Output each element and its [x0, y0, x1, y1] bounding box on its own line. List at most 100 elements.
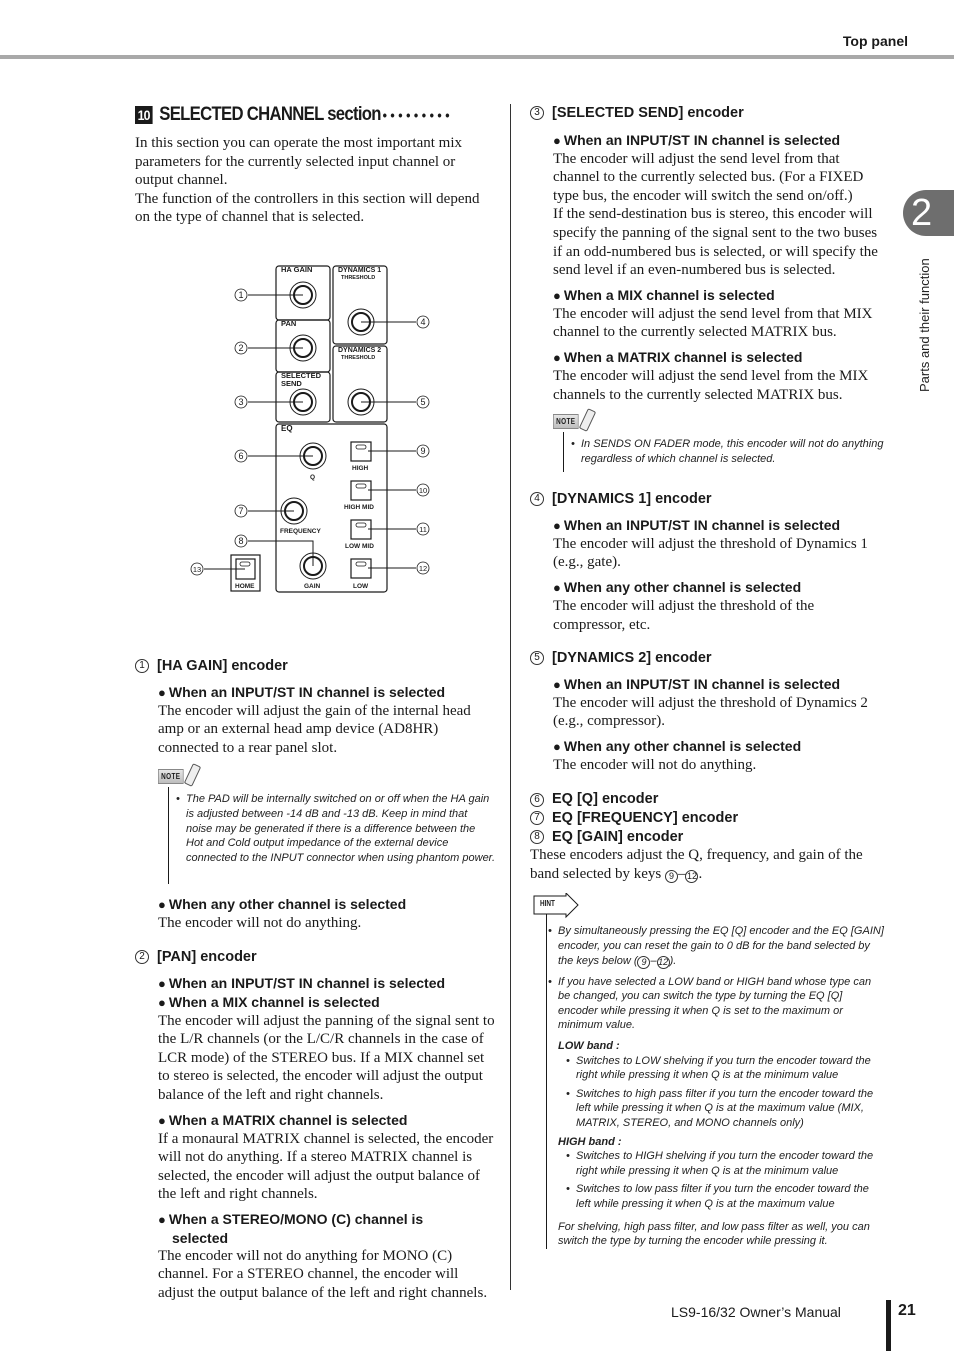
note-rule — [168, 787, 169, 885]
condition-heading: ● When an INPUT/ST IN channel is selected — [553, 131, 841, 148]
note-tag: NOTE — [553, 408, 599, 432]
callout-4: 4 — [416, 315, 430, 329]
selected-channel-diagram: HA GAIN PAN SELECTED SEND DYNAMICS 1 THR… — [190, 265, 430, 593]
note-rule — [563, 432, 564, 473]
label-dynamics1: DYNAMICS 1 — [338, 267, 381, 274]
running-header: Top panel — [842, 33, 908, 49]
header-rule — [0, 55, 954, 59]
low-band-label: LOW band : — [558, 1040, 620, 1052]
label-q: Q — [310, 474, 315, 481]
intro-paragraph-1: In this section you can operate the most… — [135, 135, 463, 189]
callout-6: 6 — [234, 449, 248, 463]
item-title: [PAN] encoder — [157, 948, 257, 965]
section-title: SELECTED CHANNEL section — [159, 104, 381, 125]
callout-number: 8 — [530, 829, 544, 844]
callout-number: 1 — [135, 659, 149, 674]
condition-heading: ● When a MATRIX channel is selected — [553, 348, 803, 365]
item-title: [DYNAMICS 2] encoder — [552, 650, 712, 667]
item-text: If the send-destination bus is stereo, t… — [553, 206, 878, 279]
callout-2: 2 — [234, 341, 248, 355]
callout-number: 4 — [530, 492, 544, 507]
item-text: The encoder will adjust the threshold of… — [553, 694, 868, 730]
right-column: 3 [SELECTED SEND] encoder ● When an INPUT… — [530, 104, 884, 1253]
item-text: The encoder will adjust the send level f… — [553, 150, 864, 204]
svg-text:10: 10 — [419, 486, 427, 495]
item-text: The encoder will not do anything for MON… — [158, 1247, 488, 1302]
note-text: • In SENDS ON FADER mode, this encoder wi… — [571, 438, 884, 465]
key-ref-12: 12 — [685, 869, 699, 883]
ha-gain-panel — [275, 265, 331, 321]
condition-heading: ● When an INPUT/ST IN channel is selected — [553, 516, 841, 533]
item-text: The encoder will adjust the send level f… — [553, 305, 873, 341]
label-frequency: FREQUENCY — [280, 528, 321, 535]
hint-box: HINT • By simultaneously pressing the EQ … — [530, 893, 884, 1253]
svg-text:5: 5 — [420, 397, 425, 407]
label-gain: GAIN — [304, 583, 321, 590]
svg-text:6: 6 — [238, 451, 243, 461]
condition-heading: ● When any other channel is selected — [158, 896, 407, 913]
callout-8: 8 — [234, 534, 248, 548]
callout-3: 3 — [234, 395, 248, 409]
item-dynamics1-heading: 4 [DYNAMICS 1] encoder — [530, 490, 884, 509]
item-title: [HA GAIN] encoder — [157, 657, 288, 674]
label-eq: EQ — [281, 424, 293, 433]
callout-11: 11 — [416, 522, 430, 536]
hint-closing: For shelving, high pass filter, and low … — [558, 1220, 870, 1248]
chapter-title: Parts and their function — [917, 258, 932, 392]
callout-7: 7 — [234, 504, 248, 518]
svg-text:2: 2 — [238, 343, 243, 353]
callout-9: 9 — [416, 444, 430, 458]
eq-description: These encoders adjust the Q, frequency, … — [530, 847, 863, 883]
key-ref-9: 9 — [664, 869, 678, 883]
item-text: The encoder will adjust the threshold of… — [553, 535, 868, 571]
note-text: • The PAD will be internally switched on … — [176, 793, 495, 864]
pencil-icon — [578, 408, 597, 432]
item-title: [SELECTED SEND] encoder — [552, 105, 744, 121]
label-ha-gain: HA GAIN — [281, 265, 312, 274]
hint-text: • By simultaneously pressing the EQ [Q] e… — [548, 925, 884, 1248]
hint-label: HINT — [540, 899, 555, 909]
footer-manual-title: LS9-16/32 Owner’s Manual — [671, 1304, 841, 1320]
item-eq-gain-heading: 8 EQ [GAIN] encoder — [530, 828, 884, 847]
section-number-badge: 10 — [135, 106, 153, 124]
item-title: EQ [GAIN] encoder — [552, 828, 684, 845]
svg-text:13: 13 — [193, 565, 201, 574]
label-threshold2: THRESHOLD — [341, 355, 375, 361]
callout-5: 5 — [416, 395, 430, 409]
callout-13: 13 — [190, 562, 204, 576]
note-label: NOTE — [158, 769, 184, 785]
item-text: The encoder will not do anything. — [553, 756, 757, 773]
condition-heading: ● When any other channel is selected — [553, 578, 802, 595]
label-send: SEND — [281, 379, 302, 388]
condition-heading: ● When an INPUT/ST IN channel is selected — [553, 675, 841, 692]
callout-1: 1 — [234, 288, 248, 302]
note-box: NOTE • The PAD will be internally switche… — [158, 763, 495, 891]
svg-text:1: 1 — [238, 290, 243, 300]
label-high-mid: HIGH MID — [344, 504, 374, 511]
item-pan-heading: 2 [PAN] encoder — [135, 948, 495, 967]
svg-text:8: 8 — [238, 536, 243, 546]
item-title: EQ [Q] encoder — [552, 791, 659, 808]
svg-text:3: 3 — [238, 397, 243, 407]
svg-text:4: 4 — [420, 317, 425, 327]
callout-number: 7 — [530, 811, 544, 826]
condition-heading: ● When any other channel is selected — [553, 737, 802, 754]
item-text: The encoder will adjust the gain of the … — [158, 702, 471, 756]
note-label: NOTE — [553, 414, 579, 430]
column-divider — [510, 104, 511, 1290]
callout-number: 5 — [530, 651, 544, 666]
intro-paragraph-2: The function of the controllers in this … — [135, 190, 480, 226]
item-ha-gain-heading: 1 [HA GAIN] encoder — [135, 657, 495, 676]
condition-heading: ● When a MIX channel is selected — [158, 993, 380, 1010]
svg-text:11: 11 — [419, 525, 427, 534]
svg-text:9: 9 — [420, 446, 425, 456]
item-text: If a monaural MATRIX channel is selected… — [158, 1130, 494, 1203]
label-low: LOW — [353, 583, 369, 590]
condition-heading: ● When an INPUT/ST IN channel is selected — [158, 974, 446, 991]
label-pan: PAN — [281, 319, 296, 328]
page-number: 21 — [898, 1302, 916, 1319]
item-selected-send-heading: 3 [SELECTED SEND] encoder — [530, 104, 884, 123]
high-band-label: HIGH band : — [558, 1135, 622, 1148]
callout-12: 12 — [416, 561, 430, 575]
note-box: NOTE • In SENDS ON FADER mode, this encod… — [553, 408, 884, 476]
